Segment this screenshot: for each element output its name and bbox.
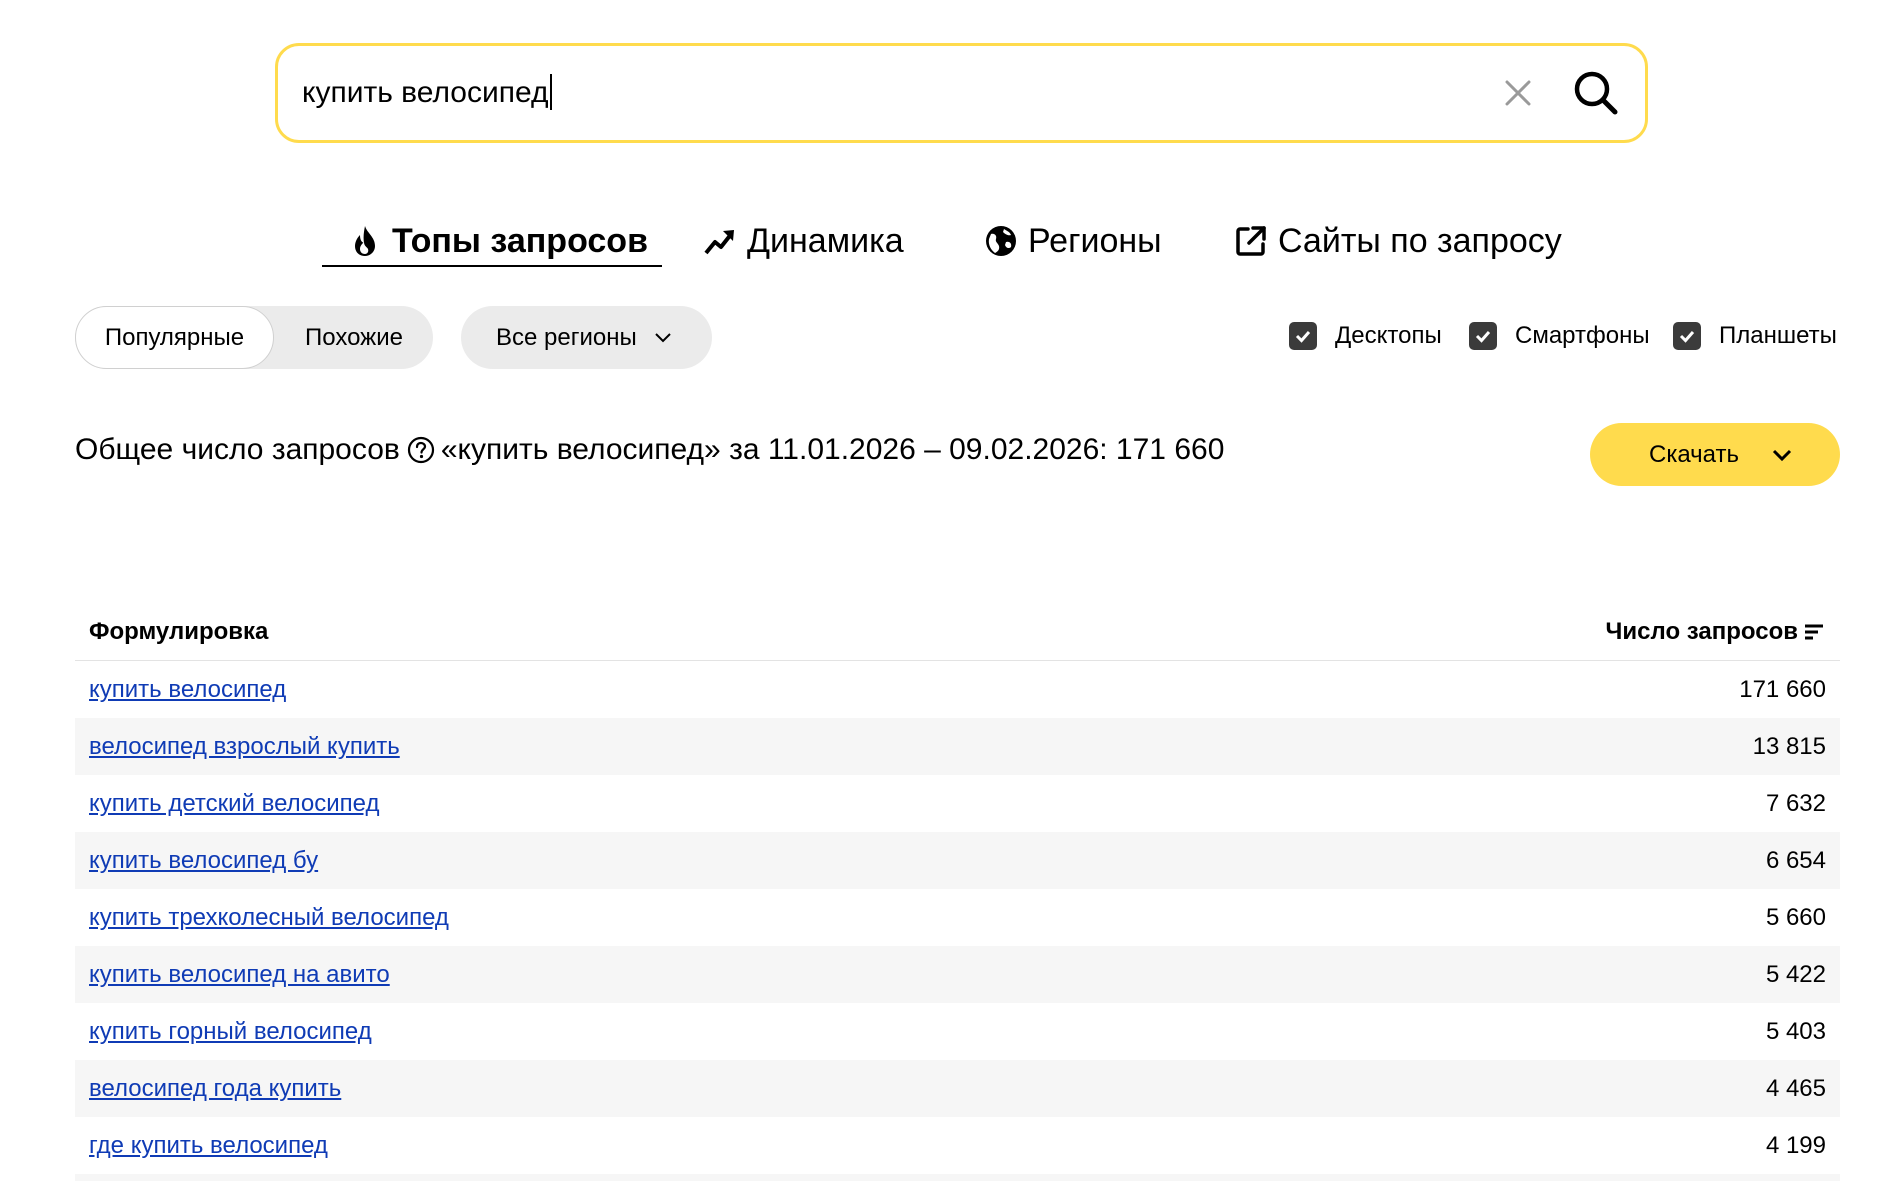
table-row: купить детский велосипед 7 632 <box>75 775 1840 832</box>
globe-icon <box>984 224 1018 258</box>
query-count: 4 465 <box>1765 1075 1826 1102</box>
checkbox-checked-icon <box>1673 322 1701 350</box>
external-link-icon <box>1234 224 1268 258</box>
help-icon[interactable] <box>407 436 435 464</box>
query-link[interactable]: купить велосипед на авито <box>89 961 390 989</box>
table-row <box>75 1174 1840 1181</box>
table-row: купить велосипед на авито 5 422 <box>75 946 1840 1003</box>
query-count: 171 660 <box>1739 676 1826 703</box>
query-count: 4 199 <box>1765 1132 1826 1159</box>
download-button[interactable]: Скачать <box>1590 423 1840 486</box>
table-row: купить горный велосипед 5 403 <box>75 1003 1840 1060</box>
download-label: Скачать <box>1649 441 1739 468</box>
query-link[interactable]: купить велосипед <box>89 676 286 704</box>
checkbox-checked-icon <box>1289 322 1317 350</box>
query-link[interactable]: велосипед взрослый купить <box>89 733 400 761</box>
close-icon <box>1505 80 1531 106</box>
checkbox-label: Смартфоны <box>1515 322 1650 349</box>
regions-label: Все регионы <box>496 324 637 351</box>
table-row: купить трехколесный велосипед 5 660 <box>75 889 1840 946</box>
regions-dropdown[interactable]: Все регионы <box>461 306 712 369</box>
fire-icon <box>348 224 382 258</box>
query-link[interactable]: купить детский велосипед <box>89 790 379 818</box>
tablets-checkbox[interactable]: Планшеты <box>1673 322 1837 350</box>
query-count: 7 632 <box>1765 790 1826 817</box>
chevron-down-icon <box>1772 449 1792 462</box>
table-row: велосипед года купить 4 465 <box>75 1060 1840 1117</box>
trend-up-icon <box>703 224 737 258</box>
search-input[interactable]: купить велосипед <box>302 46 552 140</box>
query-link[interactable]: велосипед года купить <box>89 1075 341 1103</box>
query-count: 5 660 <box>1765 904 1826 931</box>
column-header-count[interactable]: Число запросов <box>1606 618 1824 646</box>
query-link[interactable]: купить велосипед бу <box>89 847 318 875</box>
column-header-phrase: Формулировка <box>89 618 269 645</box>
table-header: Формулировка Число запросов <box>75 604 1840 661</box>
active-tab-indicator <box>322 265 662 267</box>
query-count: 5 403 <box>1765 1018 1826 1045</box>
sort-icon <box>1804 621 1824 643</box>
tab-sites[interactable]: Сайты по запросу <box>1234 215 1562 267</box>
table-row: купить велосипед 171 660 <box>75 661 1840 718</box>
total-prefix: Общее число запросов <box>75 433 400 466</box>
query-link[interactable]: купить трехколесный велосипед <box>89 904 449 932</box>
query-count: 6 654 <box>1765 847 1826 874</box>
tab-dynamics[interactable]: Динамика <box>703 215 904 267</box>
search-icon <box>1574 71 1618 115</box>
table-body: купить велосипед 171 660 велосипед взросл… <box>75 661 1840 1181</box>
search-button[interactable] <box>1571 68 1621 118</box>
total-queries: Общее число запросов «купить велосипед» … <box>75 433 1224 467</box>
chevron-down-icon <box>655 333 671 343</box>
query-link[interactable]: где купить велосипед <box>89 1132 328 1160</box>
desktops-checkbox[interactable]: Десктопы <box>1289 322 1442 350</box>
popular-similar-toggle: Популярные Похожие <box>75 306 433 369</box>
checkbox-checked-icon <box>1469 322 1497 350</box>
table-row: велосипед взрослый купить 13 815 <box>75 718 1840 775</box>
popular-button[interactable]: Популярные <box>75 306 274 369</box>
tab-label: Регионы <box>1028 221 1162 260</box>
text-caret <box>549 74 552 111</box>
tab-label: Динамика <box>747 221 904 260</box>
tab-tops[interactable]: Топы запросов <box>322 215 662 267</box>
total-suffix: «купить велосипед» за 11.01.2026 – 09.02… <box>440 433 1225 466</box>
checkbox-label: Планшеты <box>1719 322 1837 349</box>
search-input-value: купить велосипед <box>302 76 549 109</box>
query-count: 13 815 <box>1752 733 1826 760</box>
tab-label: Топы запросов <box>392 221 648 260</box>
query-count: 5 422 <box>1765 961 1826 988</box>
tab-label: Сайты по запросу <box>1278 221 1562 260</box>
table-row: где купить велосипед 4 199 <box>75 1117 1840 1174</box>
tab-regions[interactable]: Регионы <box>984 215 1162 267</box>
column-header-count-label: Число запросов <box>1605 618 1798 645</box>
similar-button[interactable]: Похожие <box>275 306 433 369</box>
smartphones-checkbox[interactable]: Смартфоны <box>1469 322 1650 350</box>
clear-search-button[interactable] <box>1499 74 1537 112</box>
search-box[interactable]: купить велосипед <box>275 43 1648 143</box>
checkbox-label: Десктопы <box>1335 322 1442 349</box>
query-link[interactable]: купить горный велосипед <box>89 1018 372 1046</box>
queries-table: Формулировка Число запросов купить велос… <box>75 604 1840 1181</box>
table-row: купить велосипед бу 6 654 <box>75 832 1840 889</box>
